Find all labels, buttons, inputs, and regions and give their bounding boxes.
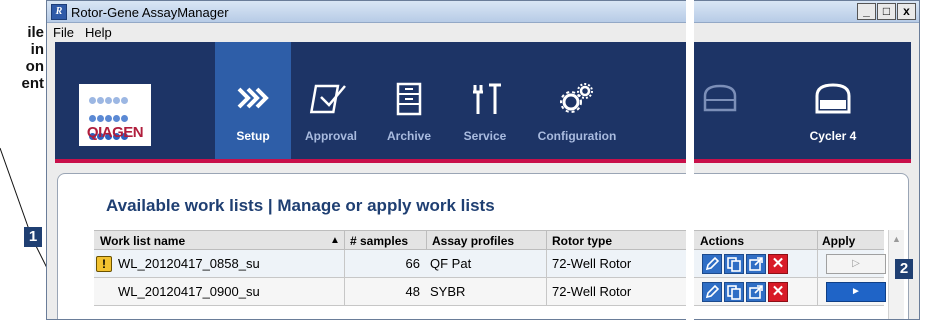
sort-ascending-icon[interactable]: ▲ [330, 235, 340, 246]
callout-2: 2 [895, 259, 913, 279]
work-list-panel: Available work lists | Manage or apply w… [57, 173, 909, 319]
delete-button[interactable]: ✕ [768, 254, 788, 274]
nav-cycler-hidden[interactable] [695, 42, 745, 159]
warning-icon: ! [96, 256, 112, 272]
cell-divider [344, 250, 345, 278]
main-navigation: QIAGEN Setup Approval Archive Service Co… [55, 42, 911, 159]
cell-rotor-type: 72-Well Rotor [552, 256, 632, 271]
nav-label-cycler-4: Cycler 4 [809, 129, 857, 143]
cell-assay-profile: SYBR [430, 284, 466, 299]
app-window: R Rotor-Gene AssayManager _ □ x File Hel… [46, 0, 920, 320]
nav-archive[interactable]: Archive [371, 42, 447, 159]
window-title: Rotor-Gene AssayManager [71, 5, 229, 20]
menu-bar: File Help [47, 23, 919, 42]
maximize-button[interactable]: □ [877, 3, 896, 20]
scroll-up-icon[interactable]: ▲ [892, 234, 901, 244]
menu-help[interactable]: Help [85, 25, 112, 40]
nav-service[interactable]: Service [447, 42, 523, 159]
nav-accent-line [55, 159, 911, 163]
panel-title: Available work lists | Manage or apply w… [106, 196, 495, 215]
pencil-icon [705, 284, 720, 299]
nav-label-setup: Setup [236, 129, 270, 143]
nav-label-service: Service [463, 129, 507, 143]
cell-samples: 48 [405, 284, 420, 299]
archive-icon [396, 82, 422, 116]
nav-configuration[interactable]: Configuration [523, 42, 631, 159]
edit-button[interactable] [702, 282, 722, 302]
edit-button[interactable] [702, 254, 722, 274]
nav-setup[interactable]: Setup [215, 42, 291, 159]
cell-divider [546, 278, 547, 306]
apply-button-disabled[interactable]: ▷ [826, 254, 886, 274]
play-icon: ▷ [852, 258, 860, 269]
column-divider [817, 231, 818, 251]
column-work-list-name[interactable]: Work list name [100, 234, 185, 248]
app-icon: R [51, 4, 67, 20]
table-row[interactable]: ! WL_20120417_0858_su 66 QF Pat 72-Well … [94, 250, 886, 278]
title-bar: R Rotor-Gene AssayManager _ □ x [47, 1, 919, 23]
export-button[interactable] [746, 254, 766, 274]
service-icon [473, 83, 501, 114]
delete-icon: ✕ [771, 255, 785, 272]
cell-divider [817, 250, 818, 278]
cell-divider [546, 250, 547, 278]
cell-divider [344, 278, 345, 306]
column-actions[interactable]: Actions [700, 234, 744, 248]
window-controls: _ □ x [857, 3, 916, 20]
copy-icon [727, 257, 741, 272]
export-icon [749, 257, 763, 271]
configuration-icon [560, 83, 593, 113]
cell-divider [817, 278, 818, 306]
column-divider [426, 231, 427, 251]
qiagen-logo: QIAGEN [79, 84, 151, 146]
table-row[interactable]: WL_20120417_0900_su 48 SYBR 72-Well Roto… [94, 278, 886, 306]
cell-work-list-name: WL_20120417_0900_su [118, 284, 260, 299]
column-divider [344, 231, 345, 251]
minimize-button[interactable]: _ [857, 3, 876, 20]
export-button[interactable] [746, 282, 766, 302]
menu-file[interactable]: File [53, 25, 74, 40]
cell-work-list-name: WL_20120417_0858_su [118, 256, 260, 271]
setup-icon [237, 87, 269, 109]
pencil-icon [705, 256, 720, 271]
apply-button[interactable]: ► [826, 282, 886, 302]
play-icon: ► [851, 286, 861, 297]
cell-assay-profile: QF Pat [430, 256, 472, 271]
column-rotor-type[interactable]: Rotor type [552, 234, 612, 248]
nav-label-configuration: Configuration [537, 129, 617, 143]
cell-samples: 66 [405, 256, 420, 271]
nav-label-approval: Approval [304, 129, 357, 143]
nav-approval[interactable]: Approval [291, 42, 371, 159]
table-header: Work list name ▲ # samples Assay profile… [94, 230, 884, 251]
nav-label-archive: Archive [386, 129, 432, 143]
nav-cycler-4[interactable]: Cycler 4 [793, 42, 873, 159]
column-assay-profiles[interactable]: Assay profiles [432, 234, 514, 248]
cycler-icon [703, 84, 737, 112]
export-icon [749, 285, 763, 299]
screenshot: ile in on ent 1 R Rotor-Gene AssayManage… [0, 0, 930, 320]
copy-icon [727, 285, 741, 300]
approval-icon [309, 84, 346, 114]
close-button[interactable]: x [897, 3, 916, 20]
screenshot-splice-gap [686, 0, 694, 320]
cell-rotor-type: 72-Well Rotor [552, 284, 632, 299]
copy-button[interactable] [724, 282, 744, 302]
copy-button[interactable] [724, 254, 744, 274]
callout-1: 1 [24, 227, 42, 247]
column-apply[interactable]: Apply [822, 234, 855, 248]
delete-button[interactable]: ✕ [768, 282, 788, 302]
delete-icon: ✕ [771, 283, 785, 300]
column-divider [546, 231, 547, 251]
column-samples[interactable]: # samples [350, 234, 408, 248]
logo-text: QIAGEN [86, 124, 144, 141]
cycler-icon [815, 83, 851, 114]
